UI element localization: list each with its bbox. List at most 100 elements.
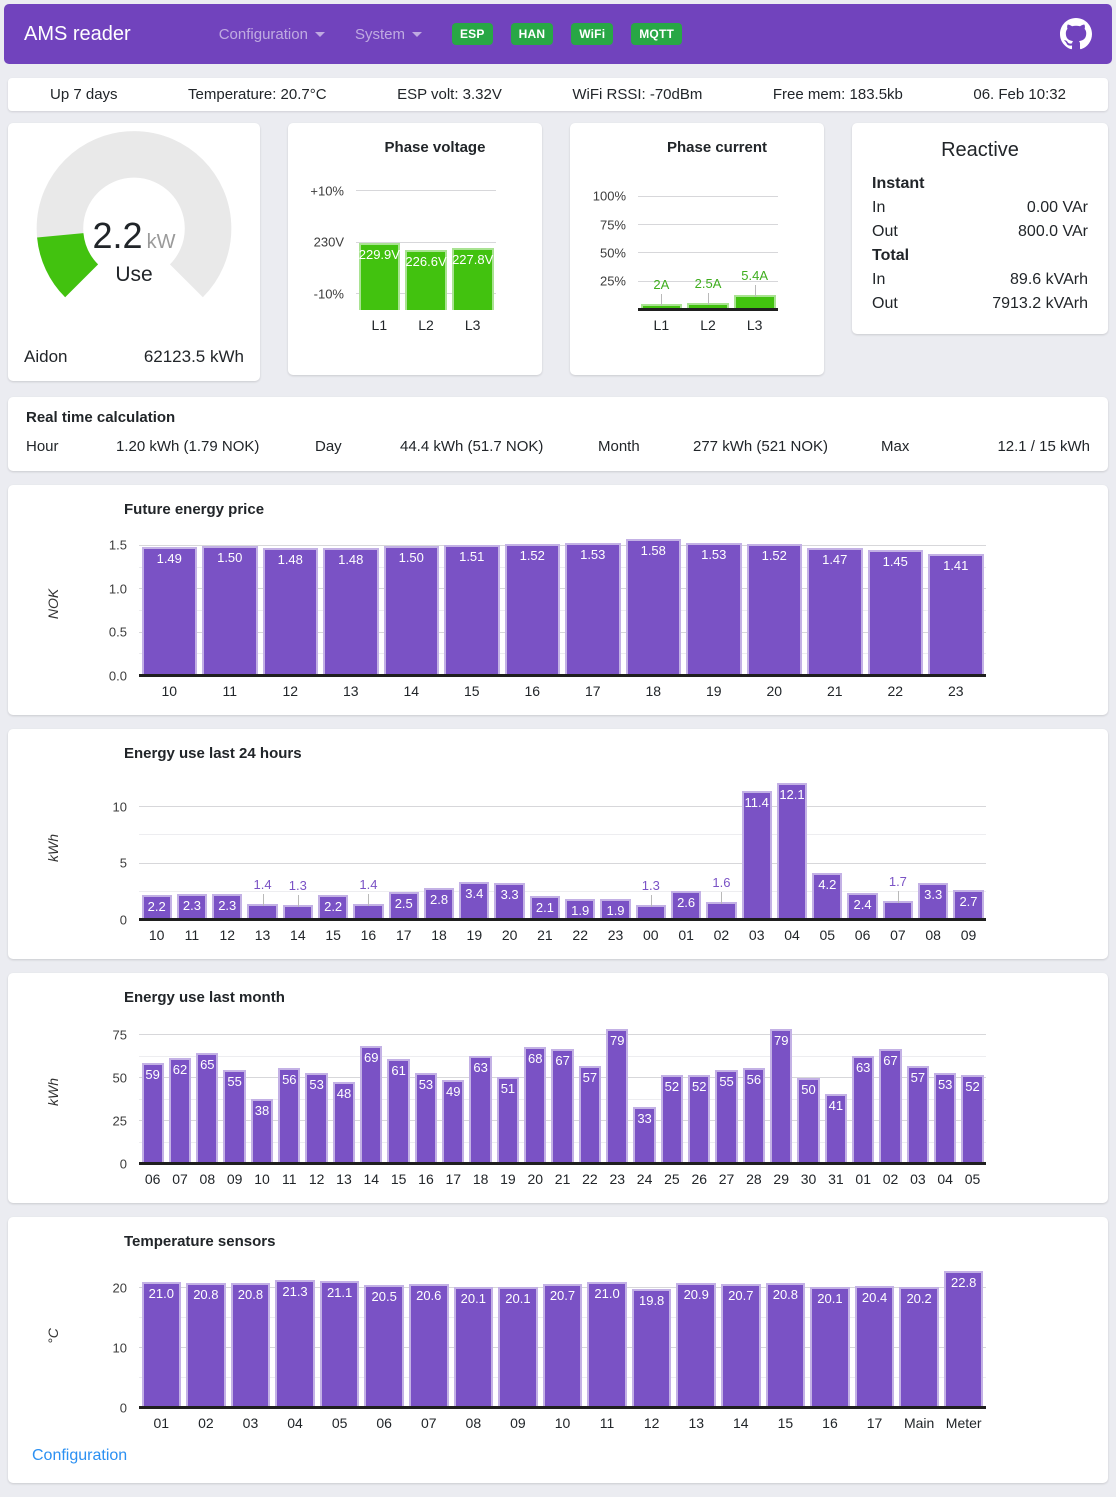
bar-cell: 38	[248, 1020, 275, 1164]
axis-tick-label: 0	[120, 1400, 127, 1415]
bar-value-label: 11.4	[742, 795, 772, 810]
bar: 1.50	[384, 546, 440, 676]
x-axis-label: 04	[932, 1171, 959, 1187]
configuration-link[interactable]: Configuration	[32, 1447, 127, 1465]
bar: 1.53	[686, 543, 742, 676]
total-energy: 62123.5 kWh	[144, 347, 244, 367]
bar-value-label: 53	[934, 1077, 956, 1092]
bar-cell: 20.6	[406, 1264, 451, 1408]
bar-value-label: 1.9	[600, 903, 630, 918]
bar: 1.48	[263, 548, 319, 676]
bar-value-label: 55	[223, 1074, 245, 1089]
x-axis-label: 25	[658, 1171, 685, 1187]
label-leader-line	[708, 293, 709, 305]
bar-value-label: 21.3	[275, 1284, 315, 1299]
x-axis-labels: L1L2L3	[356, 317, 496, 333]
reactive-section-heading: Instant	[872, 172, 1088, 196]
bar-cell: 1.52	[502, 532, 563, 676]
bar: 20.1	[810, 1287, 850, 1408]
x-axis-label: 18	[623, 683, 684, 699]
bar: 3.3	[494, 883, 524, 920]
bar: 53	[415, 1073, 437, 1164]
app-header: AMS reader Configuration System ESP HAN …	[4, 4, 1112, 64]
bar: 1.49	[142, 547, 198, 676]
bar: 65	[196, 1053, 218, 1164]
x-axis-label: 17	[563, 683, 624, 699]
bar-value-label: 1.3	[642, 878, 660, 893]
x-axis-label: 11	[585, 1415, 630, 1431]
bar-value-label: 226.6V	[405, 254, 447, 269]
bar-cell: 22.8	[941, 1264, 986, 1408]
bar-value-label: 33	[633, 1111, 655, 1126]
bar-value-label: 51	[497, 1081, 519, 1096]
bar-cell: 1.53	[563, 532, 624, 676]
x-axis-labels: L1L2L3	[638, 317, 778, 333]
bar-value-label: 21.1	[320, 1285, 360, 1300]
bar-cell: 52	[686, 1020, 713, 1164]
x-axis-label: 30	[795, 1171, 822, 1187]
bar-value-label: 20.1	[498, 1291, 538, 1306]
nav-system[interactable]: System	[355, 26, 422, 43]
bar-value-label: 56	[743, 1072, 765, 1087]
bar-value-label: 20.4	[855, 1290, 895, 1305]
bar: 22.8	[944, 1271, 984, 1408]
bar-value-label: 20.7	[543, 1288, 583, 1303]
github-icon[interactable]	[1060, 18, 1092, 50]
x-axis-label: 10	[139, 683, 200, 699]
bar-value-label: 22.8	[944, 1275, 984, 1290]
chart-plot-area: kWh05102.22.32.31.41.32.21.42.52.83.43.3…	[139, 776, 986, 943]
bar-value-label: 57	[579, 1070, 601, 1085]
x-axis-label: Meter	[941, 1415, 986, 1431]
bar-cell: 12.1	[774, 776, 809, 920]
card-reactive: Reactive Instant In 0.00 VAr Out 800.0 V…	[852, 123, 1108, 334]
x-axis-label: 08	[194, 1171, 221, 1187]
plot: °C0102021.020.820.821.321.120.520.620.12…	[139, 1264, 986, 1408]
x-axis-label: 05	[317, 1415, 362, 1431]
axis-tick-label: 5	[120, 856, 127, 871]
free-memory: Free mem: 183.5kb	[773, 86, 903, 103]
x-axis-label: 02	[184, 1415, 229, 1431]
axis-tick-label: 10	[113, 1340, 127, 1355]
card-temperatures: Temperature sensors°C0102021.020.820.821…	[8, 1217, 1108, 1483]
axis-tick-label: -10%	[314, 286, 344, 301]
x-axis-label: 15	[763, 1415, 808, 1431]
bar-cell: 1.49	[139, 532, 200, 676]
bar-cell: 55	[713, 1020, 740, 1164]
bar: 56	[743, 1068, 765, 1164]
x-axis-label: 08	[916, 927, 951, 943]
bar: 1.47	[807, 548, 863, 676]
bar-value-label: 2.1	[530, 900, 560, 915]
card-future-price: Future energy priceNOK0.00.51.01.51.491.…	[8, 485, 1108, 715]
x-axis-label: 16	[351, 927, 386, 943]
x-axis-label: 06	[362, 1415, 407, 1431]
bar-cell: 20.1	[496, 1264, 541, 1408]
bar-value-label: 227.8V	[452, 252, 494, 267]
bar: 1.9	[565, 899, 595, 920]
bar: 53	[305, 1073, 327, 1164]
x-axis-label: 10	[139, 927, 174, 943]
bar-cell: 20.7	[540, 1264, 585, 1408]
x-axis-line	[638, 308, 778, 311]
reactive-section-heading: Total	[872, 244, 1088, 268]
y-axis-label: NOK	[43, 532, 63, 676]
y-axis-label: °C	[43, 1264, 63, 1408]
x-axis-label: 13	[245, 927, 280, 943]
bar-cell: 1.48	[321, 532, 382, 676]
status-badge-wifi: WiFi	[571, 23, 613, 45]
bar-value-label: 1.51	[444, 549, 500, 564]
bar-cell: 56	[276, 1020, 303, 1164]
bar-cell: 1.3	[633, 776, 668, 920]
bar-value-label: 63	[852, 1060, 874, 1075]
x-axis-label: 03	[739, 927, 774, 943]
nav-configuration[interactable]: Configuration	[219, 26, 325, 43]
x-axis-label: 13	[330, 1171, 357, 1187]
realtime-value: 277 kWh (521 NOK)	[693, 438, 881, 455]
x-axis-label: 12	[303, 1171, 330, 1187]
plot: -10%230V+10%229.9V226.6V227.8V	[356, 180, 496, 310]
label-leader-line	[661, 294, 662, 306]
bar-cell: 2.2	[139, 776, 174, 920]
x-axis-label: 31	[822, 1171, 849, 1187]
bar: 1.58	[626, 539, 682, 676]
chart-plot-area: °C0102021.020.820.821.321.120.520.620.12…	[139, 1264, 986, 1431]
bar-cell: 1.53	[684, 532, 745, 676]
